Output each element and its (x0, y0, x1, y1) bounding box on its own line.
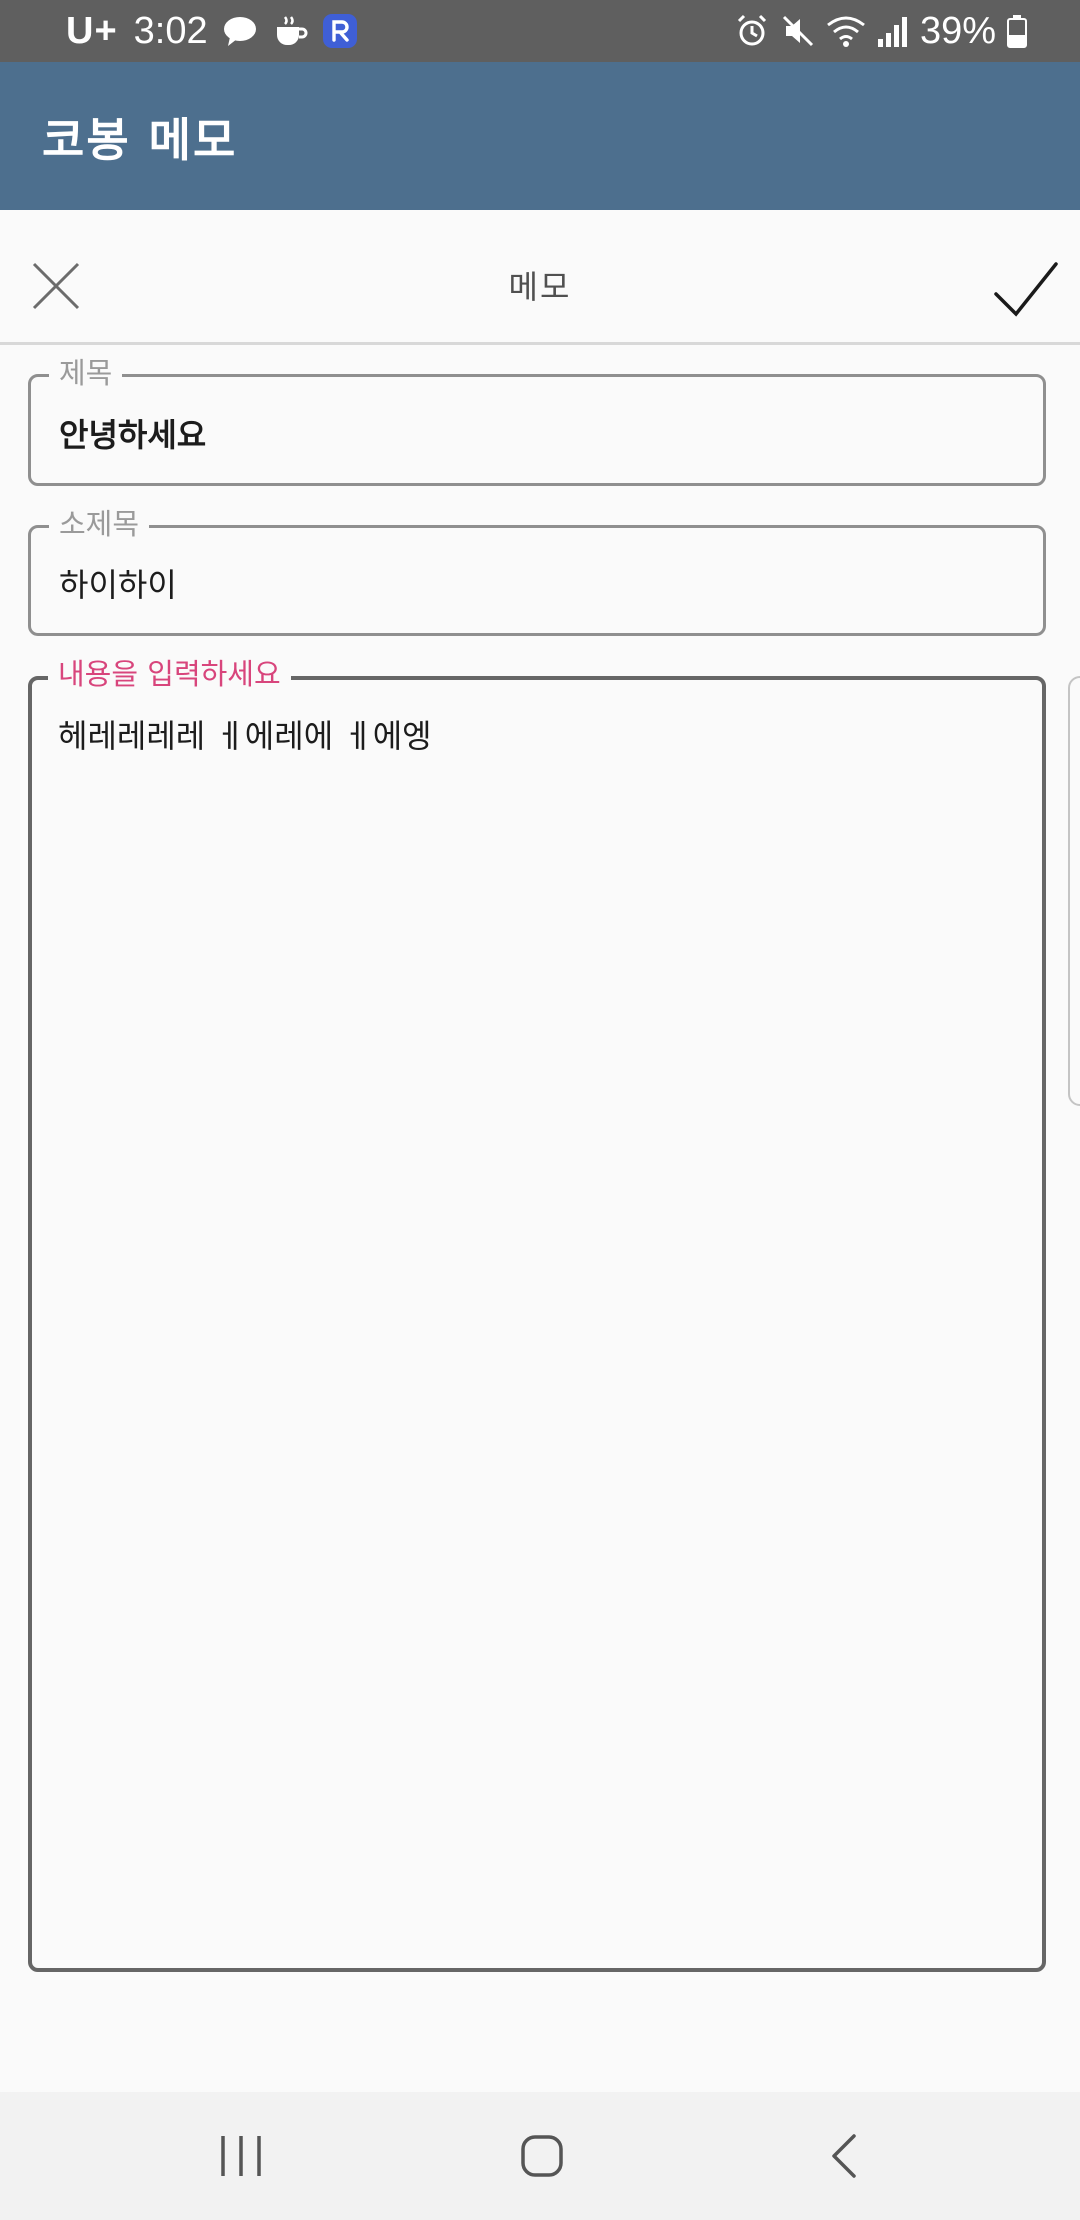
check-icon[interactable] (990, 256, 1060, 326)
back-icon[interactable] (814, 2124, 878, 2188)
remember-notification-icon (322, 14, 357, 48)
body-input[interactable]: 헤레레레레 ㅔ에레에 ㅔ에엥 (58, 714, 1020, 1948)
toolbar-title: 메모 (508, 268, 572, 306)
carrier-label: U+ (66, 9, 118, 52)
alarm-icon (737, 14, 766, 46)
battery-icon (1007, 15, 1027, 48)
memo-editor: 메모 제목 소제목 내용을 입력하세요 헤레레레레 ㅔ에레에 ㅔ에엥 (0, 210, 1080, 2092)
battery-percent: 39% (919, 9, 996, 52)
app-title: 코봉 메모 (42, 113, 238, 167)
wifi-icon (827, 16, 865, 47)
title-label: 제목 (49, 355, 123, 391)
status-time: 3:02 (133, 9, 208, 52)
subtitle-label: 소제목 (49, 506, 150, 542)
status-right: 39% (734, 6, 1028, 56)
home-icon[interactable] (510, 2124, 574, 2188)
title-input[interactable] (59, 411, 1021, 455)
body-field: 내용을 입력하세요 헤레레레레 ㅔ에레에 ㅔ에엥 (28, 656, 1046, 1972)
side-panel-edge[interactable] (1068, 676, 1080, 1106)
body-label: 내용을 입력하세요 (48, 656, 291, 692)
title-field: 제목 (28, 355, 1046, 486)
coffee-notification-icon (276, 16, 308, 45)
editor-toolbar: 메모 (0, 210, 1080, 345)
talk-notification-icon (223, 17, 256, 46)
status-bar: U+ 3:02 39% (0, 0, 1080, 62)
subtitle-field: 소제목 (28, 506, 1046, 636)
signal-icon (877, 17, 907, 47)
status-left: U+ 3:02 (66, 6, 358, 56)
recents-icon[interactable] (209, 2124, 273, 2188)
app-bar: 코봉 메모 (0, 62, 1080, 210)
mute-icon (782, 15, 813, 47)
navigation-bar (0, 2092, 1080, 2220)
subtitle-input[interactable] (59, 561, 1021, 605)
